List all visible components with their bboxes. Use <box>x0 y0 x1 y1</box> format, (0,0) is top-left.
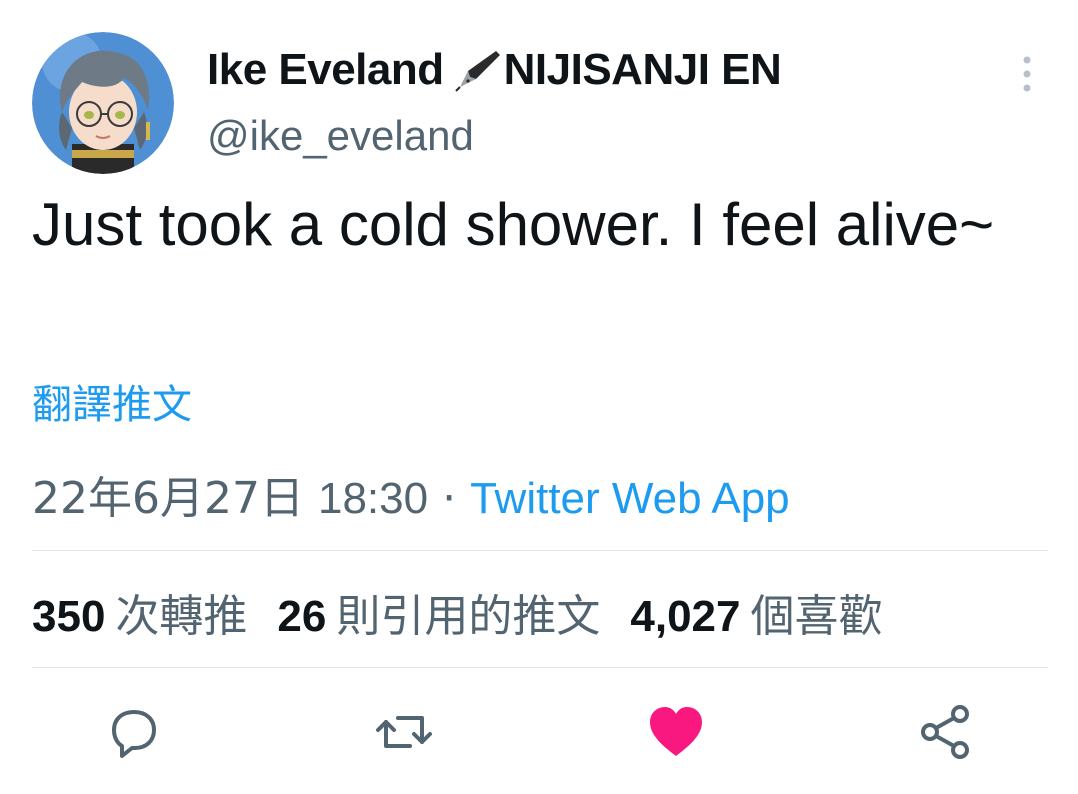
tweet-detail: Ike Eveland NIJISANJI EN @ike_eveland Ju… <box>0 0 1078 794</box>
share-button[interactable] <box>916 702 976 762</box>
heart-icon <box>650 707 702 756</box>
likes-stat[interactable]: 4,027 個喜歡 <box>630 580 882 644</box>
more-options-button[interactable] <box>1010 56 1044 92</box>
quotes-count: 26 <box>277 592 327 641</box>
divider <box>32 667 1048 668</box>
metadata-separator: · <box>442 473 457 524</box>
display-name-part1: Ike Eveland <box>207 45 444 94</box>
avatar-illustration <box>32 32 174 174</box>
tweet-metadata: 22年6月27日 18:30 · Twitter Web App <box>32 462 790 526</box>
likes-label: 個喜歡 <box>750 591 883 642</box>
display-name-part2: NIJISANJI EN <box>503 45 782 94</box>
divider <box>32 550 1048 551</box>
retweets-count: 350 <box>32 592 106 641</box>
retweet-icon <box>376 716 432 748</box>
tweet-text: Just took a cold shower. I feel alive~ <box>32 191 995 258</box>
retweets-stat[interactable]: 350 次轉推 <box>32 580 247 644</box>
retweets-label: 次轉推 <box>115 591 248 642</box>
more-vertical-icon <box>1023 56 1031 92</box>
avatar[interactable] <box>32 32 174 174</box>
like-button[interactable] <box>646 702 706 762</box>
reply-icon <box>112 710 156 758</box>
tweet-time: 18:30 <box>317 474 429 523</box>
display-name[interactable]: Ike Eveland NIJISANJI EN <box>207 40 782 100</box>
quotes-stat[interactable]: 26 則引用的推文 <box>277 580 600 644</box>
retweet-button[interactable] <box>374 702 434 762</box>
quotes-label: 則引用的推文 <box>336 591 601 642</box>
engagement-stats: 350 次轉推 26 則引用的推文 4,027 個喜歡 <box>32 580 882 644</box>
likes-count: 4,027 <box>630 592 741 641</box>
share-icon <box>921 705 969 759</box>
fountain-pen-icon <box>446 47 502 93</box>
tweet-date: 22年6月27日 <box>32 473 304 524</box>
tweet-source-link[interactable]: Twitter Web App <box>470 474 790 523</box>
reply-button[interactable] <box>104 702 164 762</box>
translate-tweet-link[interactable]: 翻譯推文 <box>32 372 192 430</box>
user-handle[interactable]: @ike_eveland <box>207 112 474 160</box>
